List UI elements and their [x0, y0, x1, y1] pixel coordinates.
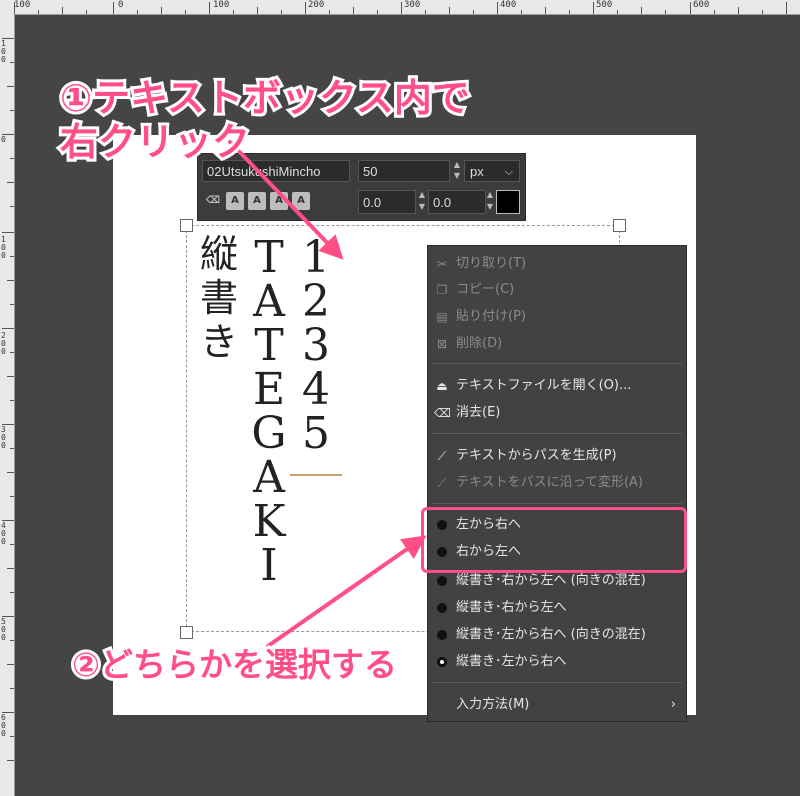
annotation-step1: ①テキストボックス内で 右クリック: [57, 73, 473, 167]
annotation-step2: ②どちらかを選択する: [69, 642, 400, 687]
annotation-step1-line2: 右クリック: [57, 117, 253, 167]
canvas-area: 100 0 100 200 300 400 500 600 100 0 100 …: [0, 0, 800, 796]
annotation-step1-line1: ①テキストボックス内で: [57, 73, 473, 123]
arrow-step2: [266, 535, 427, 648]
